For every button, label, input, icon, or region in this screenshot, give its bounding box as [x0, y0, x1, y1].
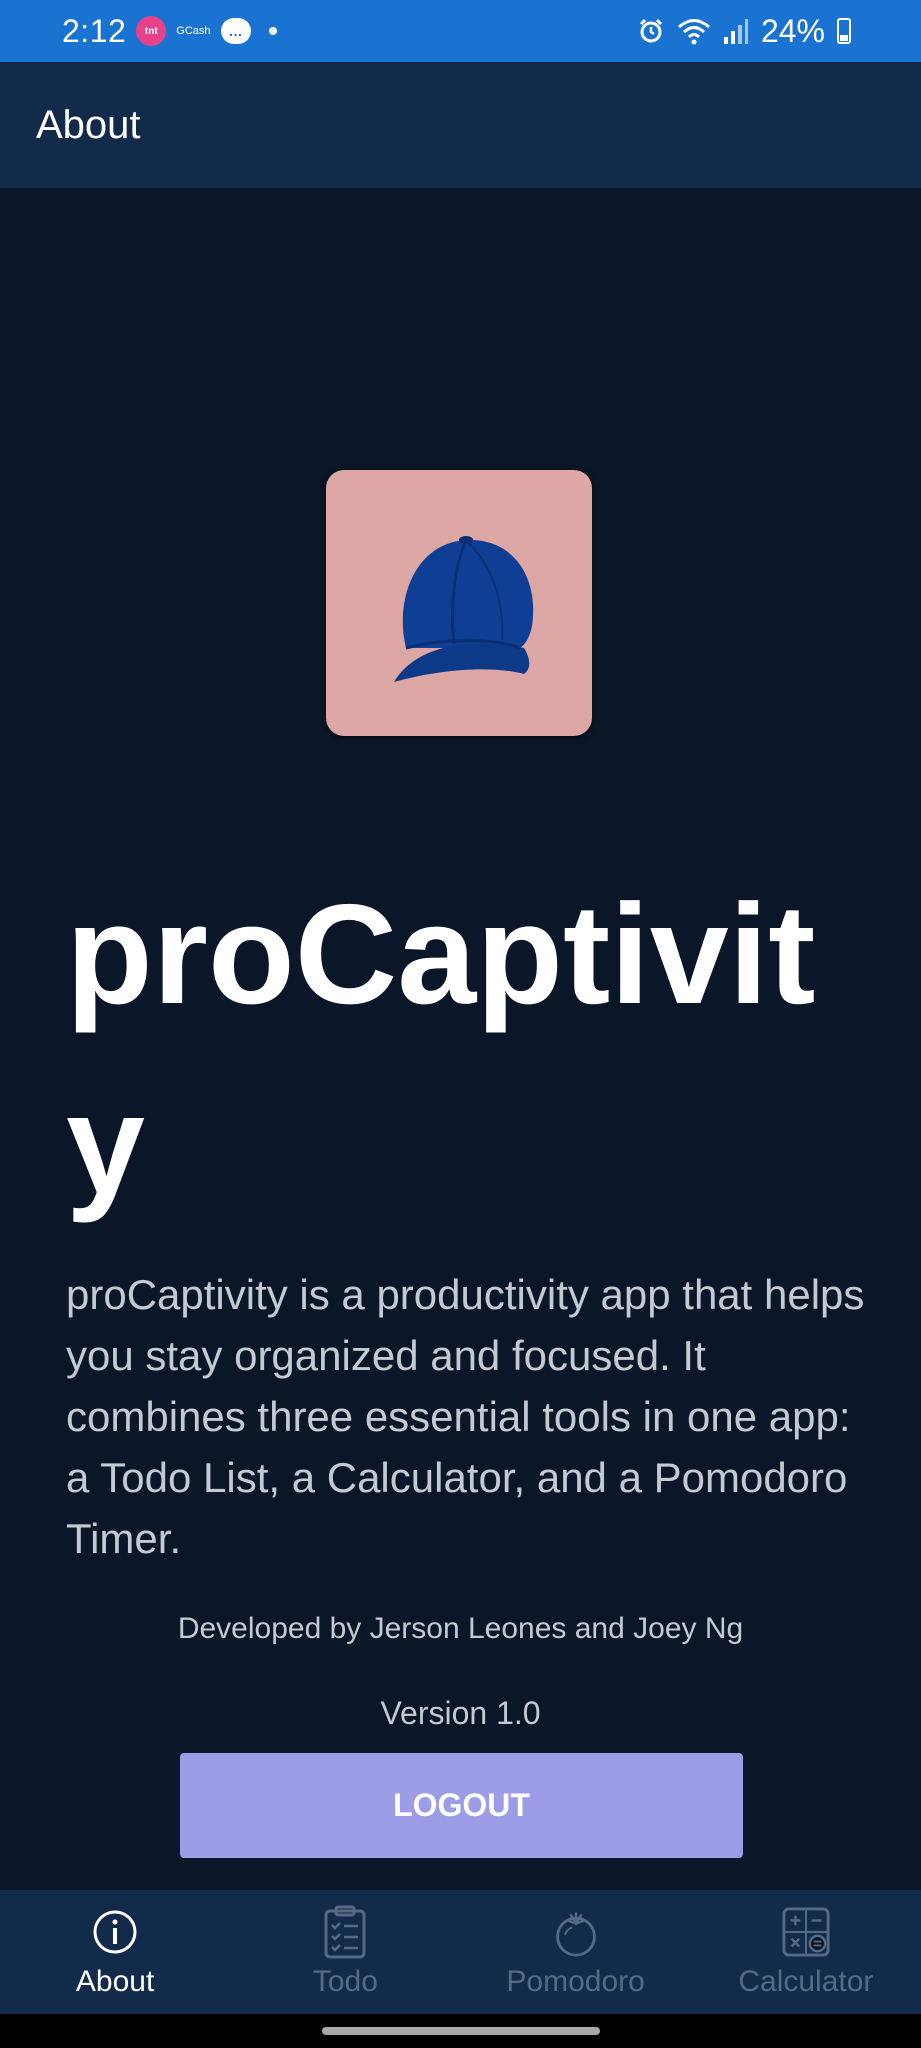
wifi-icon [677, 19, 710, 45]
nav-item-pomodoro[interactable]: Pomodoro [461, 1890, 691, 2014]
app-name: proCaptivity [66, 875, 816, 1224]
bottom-navigation: About Todo Pomodoro Calculator [0, 1890, 921, 2014]
gesture-handle[interactable] [322, 2027, 600, 2035]
status-right: 24% [637, 13, 851, 50]
notification-dot-icon [268, 27, 277, 35]
tnt-app-icon: tnt [136, 16, 167, 46]
battery-percentage: 24% [760, 12, 825, 49]
nav-label-calculator: Calculator [738, 1965, 874, 1998]
status-time: 2:12 [62, 12, 127, 49]
signal-icon [723, 19, 748, 44]
nav-item-todo[interactable]: Todo [230, 1890, 460, 2014]
app-description: proCaptivity is a productivity app that … [66, 1271, 865, 1562]
battery-icon [837, 18, 851, 44]
nav-item-about[interactable]: About [0, 1890, 230, 2014]
app-bar: About [0, 62, 921, 188]
developer-credit: Developed by Jerson Leones and Joey Ng [177, 1612, 744, 1645]
nav-item-calculator[interactable]: Calculator [691, 1890, 921, 2014]
status-left: 2:12 tnt GCash … [62, 13, 277, 50]
alarm-icon [639, 18, 663, 43]
nav-label-todo: Todo [312, 1965, 378, 1998]
info-icon [91, 1905, 139, 1959]
gcash-app-icon: GCash [176, 25, 211, 37]
chat-bubble-icon: … [220, 18, 251, 44]
app-version: Version 1.0 [380, 1695, 541, 1731]
page-title: About [36, 102, 141, 147]
status-bar: 2:12 tnt GCash … 24% [0, 0, 921, 62]
app-logo [326, 470, 592, 736]
nav-label-pomodoro: Pomodoro [506, 1965, 645, 1998]
baseball-cap-icon [394, 536, 534, 682]
calculator-icon [782, 1905, 830, 1959]
nav-label-about: About [75, 1965, 155, 1998]
logout-button[interactable]: LOGOUT [180, 1753, 743, 1858]
tomato-icon [552, 1905, 600, 1959]
clipboard-list-icon [321, 1905, 369, 1959]
